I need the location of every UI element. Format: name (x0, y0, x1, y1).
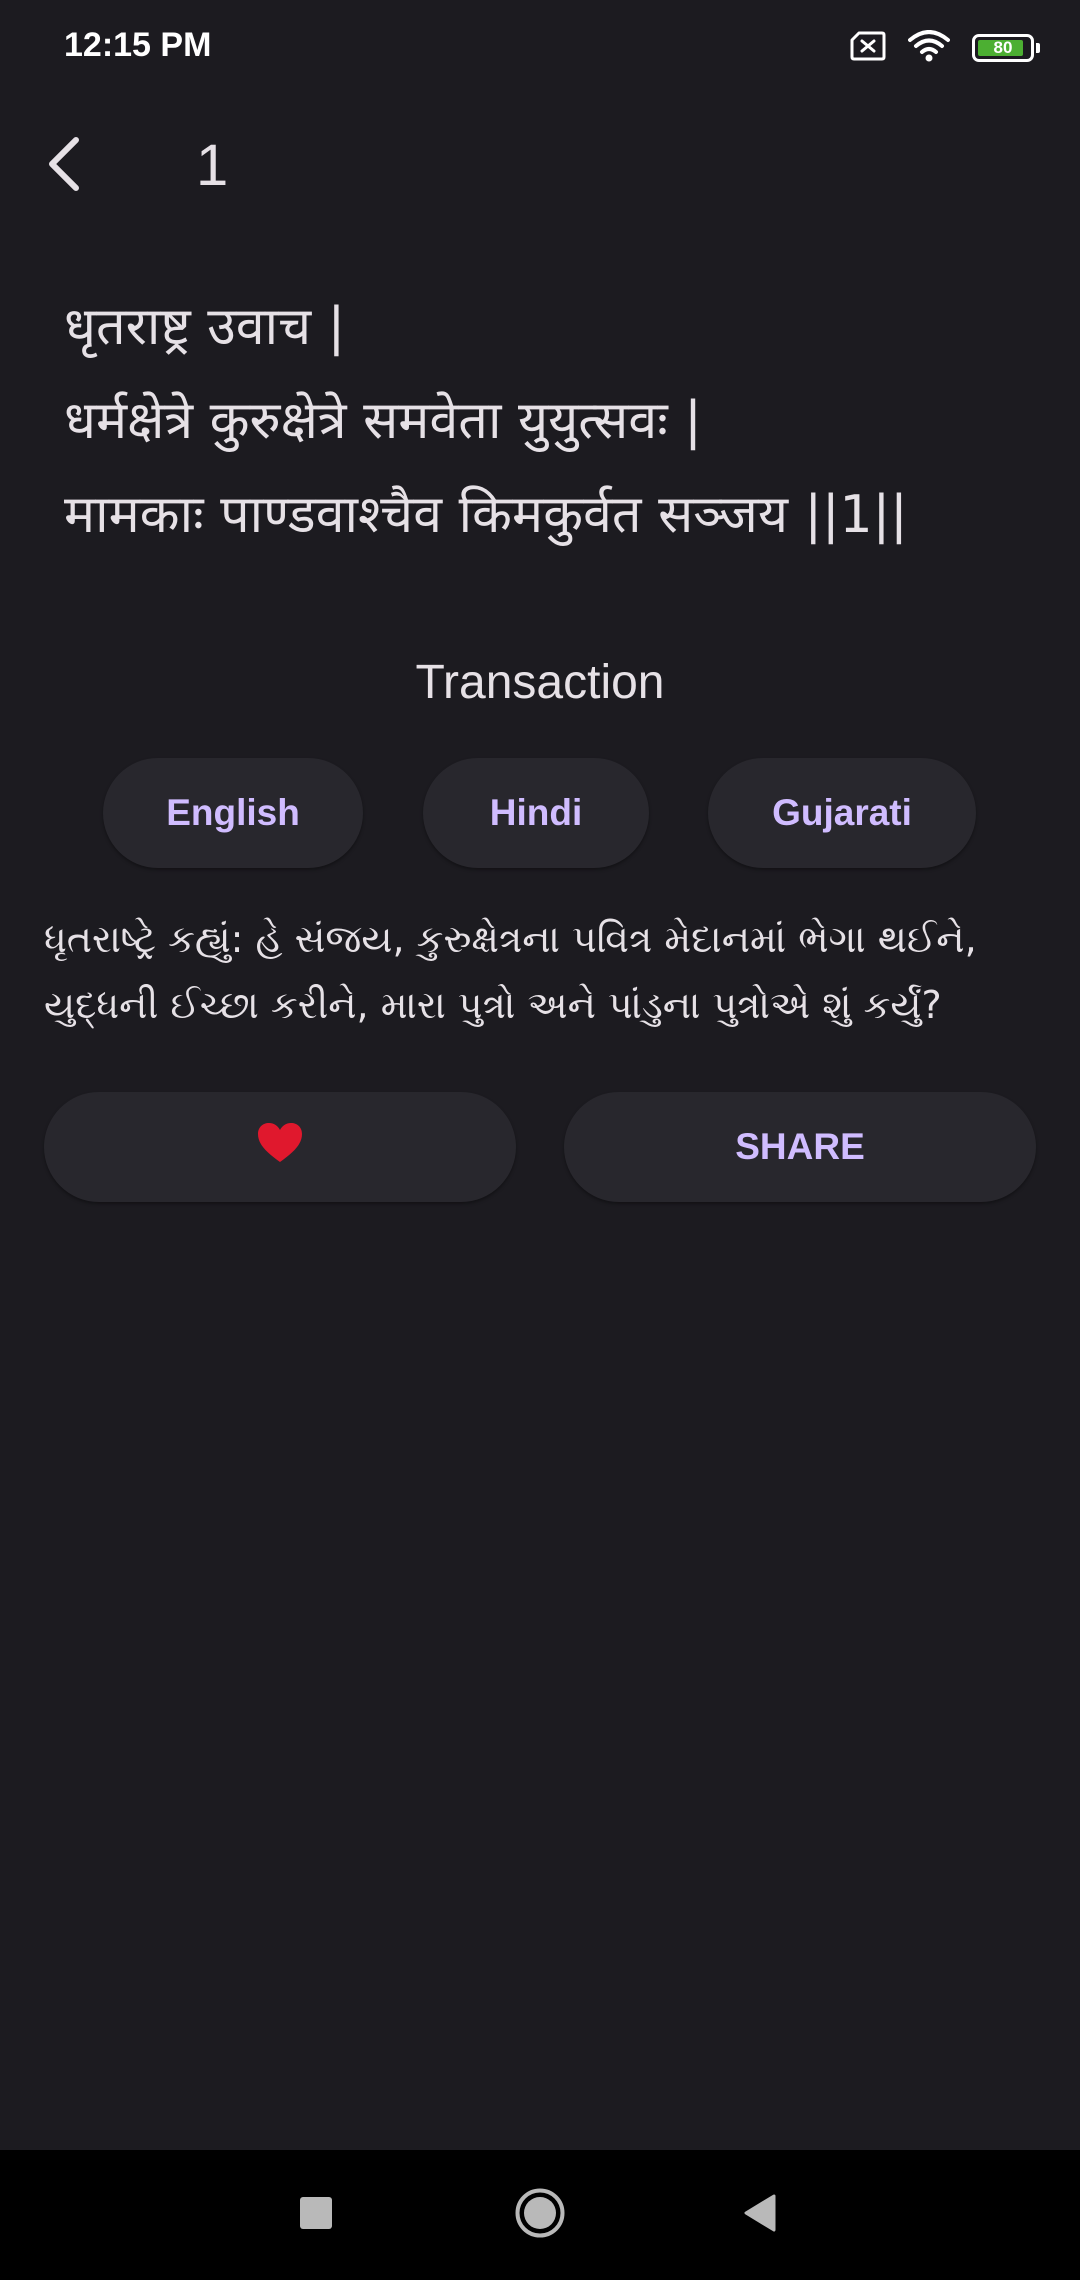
verse-line: धृतराष्ट्र उवाच | (64, 297, 346, 357)
back-button[interactable] (24, 126, 104, 206)
battery-level: 80 (993, 38, 1013, 57)
battery-tip (1036, 43, 1040, 53)
favorite-button[interactable] (44, 1092, 516, 1202)
status-time: 12:15 PM (64, 26, 212, 64)
share-button[interactable]: SHARE (564, 1092, 1036, 1202)
recents-button[interactable] (256, 2150, 376, 2280)
back-triangle-icon (742, 2193, 778, 2237)
language-button-hindi[interactable]: Hindi (423, 758, 649, 868)
heart-icon (256, 1122, 304, 1173)
home-circle-icon (514, 2187, 566, 2243)
back-nav-button[interactable] (700, 2150, 820, 2280)
status-bar: 12:15 PM 80 (0, 0, 1080, 96)
translation-line: યુદ્ધની ઈચ્છા કરીને, મારા પુત્રો અને પાં… (44, 983, 942, 1027)
app-bar: 1 (0, 110, 1080, 220)
chevron-left-icon (44, 136, 84, 196)
sim-error-icon (850, 31, 886, 65)
wifi-icon (908, 30, 950, 66)
translation-line: ધૃતરાષ્ટ્રે કહ્યું: હે સંજય, કુરુક્ષેત્ર… (44, 917, 977, 961)
verse-line: धर्मक्षेत्रे कुरुक्षेत्रे समवेता युयुत्स… (64, 391, 702, 451)
system-navigation-bar (0, 2150, 1080, 2280)
home-button[interactable] (480, 2150, 600, 2280)
translation-text: ધૃતરાષ્ટ્રે કહ્યું: હે સંજય, કુરુક્ષેત્ર… (44, 906, 1044, 1038)
section-title: Transaction (415, 656, 665, 709)
verse-text: धृतराष्ट्र उवाच | धर्मक्षेत्रे कुरुक्षेत… (64, 280, 1044, 562)
page-title: 1 (196, 133, 229, 198)
language-button-english[interactable]: English (103, 758, 363, 868)
language-button-gujarati[interactable]: Gujarati (708, 758, 976, 868)
recents-square-icon (298, 2195, 334, 2235)
battery-icon: 80 (972, 34, 1040, 62)
status-icons: 80 (850, 28, 1040, 68)
verse-line: मामकाः पाण्डवाश्चैव किमकुर्वत सञ्जय ||1|… (64, 485, 908, 545)
